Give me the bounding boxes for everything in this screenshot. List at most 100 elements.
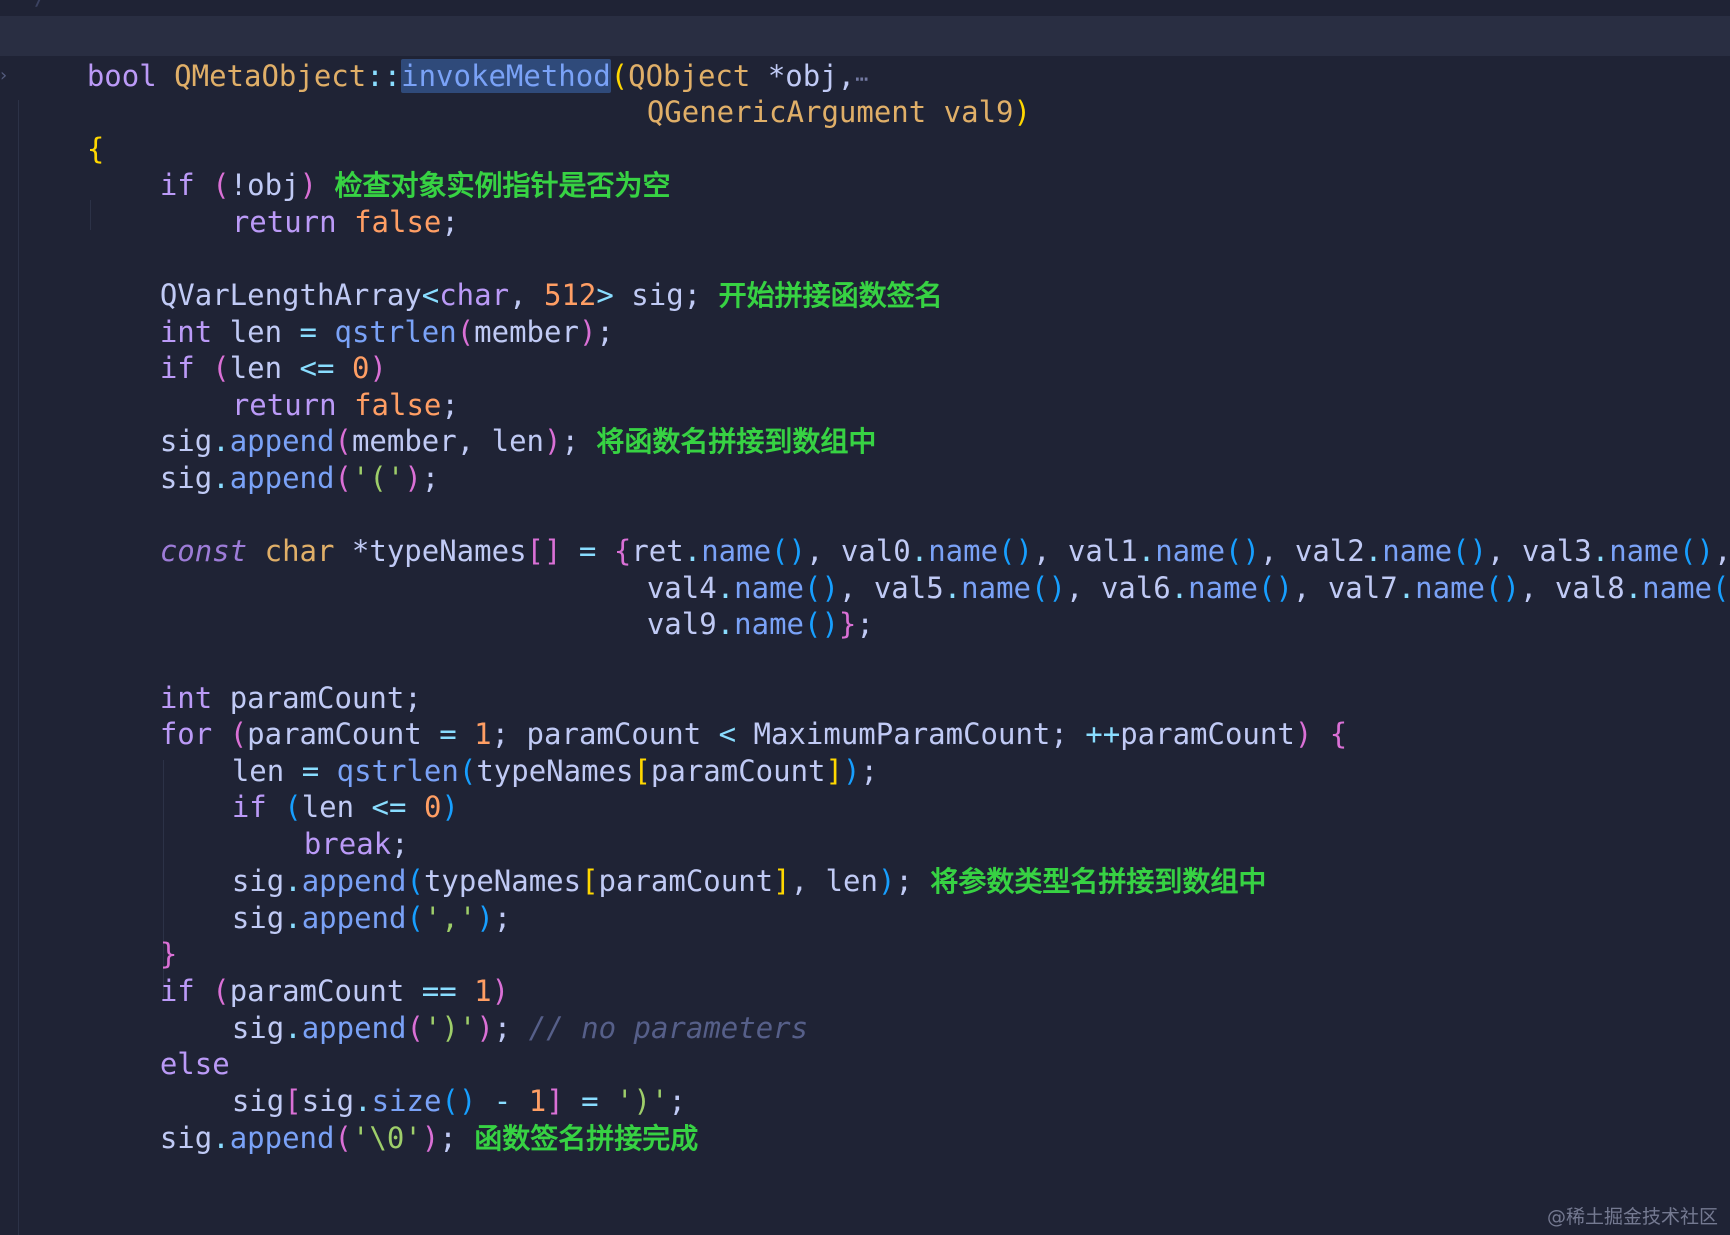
identifier: sig xyxy=(159,1121,213,1155)
code-line-19[interactable]: for (paramCount = 1; paramCount < Maximu… xyxy=(0,674,1347,751)
function-call: append xyxy=(229,461,335,495)
paren: ( xyxy=(334,461,352,495)
identifier: paramCount xyxy=(1120,717,1295,751)
semicolon: ; xyxy=(895,864,913,898)
code-line-8[interactable]: int len = qstrlen(member); xyxy=(0,272,614,349)
semicolon: ; xyxy=(561,424,579,458)
dot: . xyxy=(284,901,302,935)
semicolon: ; xyxy=(493,901,512,935)
function-call: name xyxy=(734,607,804,641)
argument: member xyxy=(474,315,579,349)
paren: ) xyxy=(476,901,494,935)
annotation-note: 函数签名拼接完成 xyxy=(474,1122,699,1155)
bracket: [ xyxy=(633,754,651,788)
paren: ) xyxy=(578,315,597,349)
paren: ) xyxy=(1294,717,1313,751)
annotation-note: 将函数名拼接到数组中 xyxy=(596,425,877,458)
semicolon: ; xyxy=(493,1011,512,1045)
char-literal: '(' xyxy=(351,461,405,495)
identifier: , len xyxy=(790,864,878,898)
code-line-27[interactable]: sig.append(')'); // no parameters xyxy=(0,968,808,1045)
function-call: name xyxy=(1642,571,1712,605)
paren: ) xyxy=(404,461,422,495)
code-line-4[interactable]: if (!obj) 检查对象实例指针是否为空 xyxy=(0,125,671,202)
bool-literal: false xyxy=(354,205,442,239)
code-line-2[interactable]: QGenericArgument val9) xyxy=(0,52,1031,129)
semicolon: ; xyxy=(441,205,459,239)
char-literal: ',' xyxy=(423,901,477,935)
annotation-note: 开始拼接函数签名 xyxy=(718,279,943,312)
function-call: name xyxy=(961,571,1031,605)
char-literal: ')' xyxy=(423,1011,477,1045)
keyword: return xyxy=(231,205,337,239)
code-line-30[interactable]: sig.append('\0'); 函数签名拼接完成 xyxy=(0,1078,698,1155)
annotation-note: 将参数类型名拼接到数组中 xyxy=(930,865,1267,898)
code-line-9[interactable]: if (len <= 0) xyxy=(0,308,387,385)
previous-line-fragment: / xyxy=(0,0,1730,16)
identifier: val9 xyxy=(646,607,717,641)
watermark: @稀土掘金技术社区 xyxy=(1546,1206,1718,1228)
bracket: ] xyxy=(773,864,791,898)
paren: ) xyxy=(1013,95,1031,129)
identifier: sig xyxy=(159,461,213,495)
code-line-18[interactable]: int paramCount; xyxy=(0,638,422,715)
code-line-7[interactable]: QVarLengthArray<char, 512> sig; 开始拼接函数签名 xyxy=(0,235,943,312)
identifier: paramCount xyxy=(598,864,774,898)
code-line-14[interactable]: const char *typeNames[] = {ret.name(), v… xyxy=(0,491,1730,568)
code-line-29[interactable]: sig[sig.size() - 1] = ')'; xyxy=(0,1041,686,1118)
identifier: val6 xyxy=(1100,571,1171,605)
semicolon: ; xyxy=(856,607,874,641)
paren: ( xyxy=(334,1121,352,1155)
function-call: name xyxy=(1415,571,1485,605)
type-name: QGenericArgument xyxy=(646,95,927,129)
function-call: append xyxy=(301,901,407,935)
code-line-23[interactable]: sig.append(typeNames[paramCount], len); … xyxy=(0,821,1267,898)
code-line-3[interactable]: { xyxy=(0,89,104,166)
code-line-21[interactable]: if (len <= 0) xyxy=(0,747,459,824)
code-line-25[interactable]: } xyxy=(0,894,177,971)
code-line-15[interactable]: val4.name(), val5.name(), val6.name(), v… xyxy=(0,528,1730,605)
dot: . xyxy=(212,1121,230,1155)
code-comment: // no parameters xyxy=(528,1011,809,1045)
code-line-5[interactable]: return false; xyxy=(0,162,459,239)
semicolon: ; xyxy=(860,754,878,788)
char-literal: '\0' xyxy=(351,1121,422,1155)
code-line-28[interactable]: else xyxy=(0,1004,230,1081)
code-line-26[interactable]: if (paramCount == 1) xyxy=(0,931,509,1008)
paren: ( xyxy=(458,754,477,788)
code-line-20[interactable]: len = qstrlen(typeNames[paramCount]); xyxy=(0,711,878,788)
identifier: paramCount xyxy=(650,754,826,788)
paren: ( xyxy=(456,315,475,349)
code-editor[interactable]: / ›bool QMetaObject::invokeMethod(QObjec… xyxy=(0,0,1730,1235)
semicolon: ; xyxy=(421,461,440,495)
bracket: [ xyxy=(581,864,599,898)
code-line-22[interactable]: break; xyxy=(0,784,409,861)
code-line-1[interactable]: ›bool QMetaObject::invokeMethod(QObject … xyxy=(0,16,1730,93)
number-literal: 0 xyxy=(423,790,442,824)
semicolon: ; xyxy=(596,315,614,349)
function-call: append xyxy=(301,1011,407,1045)
paren: () xyxy=(1712,571,1730,605)
paren: () xyxy=(1485,571,1520,605)
code-line-11[interactable]: sig.append(member, len); 将函数名拼接到数组中 xyxy=(0,381,877,458)
identifier: typeNames xyxy=(476,754,634,788)
code-line-16[interactable]: val9.name()}; xyxy=(0,564,874,641)
code-line-24[interactable]: sig.append(','); xyxy=(0,858,511,935)
semicolon: ; xyxy=(439,1121,457,1155)
function-call: append xyxy=(229,1121,335,1155)
paren: () xyxy=(804,607,839,641)
code-line-12[interactable]: sig.append('('); xyxy=(0,418,439,495)
identifier: sig xyxy=(231,1011,285,1045)
param: val9 xyxy=(943,95,1014,129)
identifier: sig xyxy=(231,901,285,935)
operator: ++ xyxy=(1085,717,1121,751)
paren: () xyxy=(1031,571,1066,605)
dot: . xyxy=(212,461,230,495)
code-line-10[interactable]: return false; xyxy=(0,345,459,422)
paren: ) xyxy=(877,864,896,898)
paren: ) xyxy=(476,1011,494,1045)
identifier: val8 xyxy=(1554,571,1625,605)
paren: ) xyxy=(421,1121,440,1155)
identifier: val5 xyxy=(873,571,944,605)
identifier: val7 xyxy=(1327,571,1398,605)
